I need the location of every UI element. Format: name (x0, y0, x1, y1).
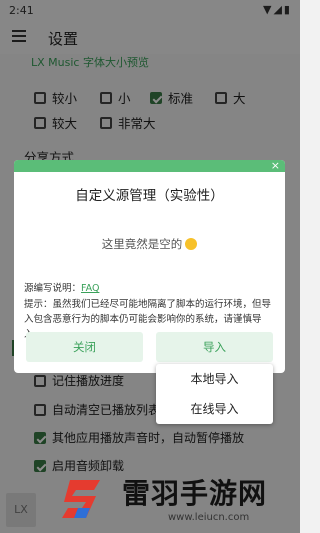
empty-text: 这里竟然是空的 (101, 237, 183, 251)
doc-label: 源编写说明： (24, 283, 82, 294)
watermark-logo-icon (62, 480, 100, 518)
surprised-emoji-icon (185, 238, 198, 250)
dialog-title: 自定义源管理（实验性） (75, 188, 224, 204)
close-button[interactable]: 关闭 (26, 332, 143, 362)
watermark-text: 雷羽手游网 (122, 477, 268, 510)
custom-source-dialog: × 自定义源管理（实验性） 这里竟然是空的 源编写说明：FAQ 提示：虽然我们已… (14, 160, 285, 373)
dialog-header-bar (14, 160, 285, 172)
import-button[interactable]: 导入 (156, 332, 273, 362)
doc-line: 源编写说明：FAQ (24, 280, 99, 294)
watermark: 雷羽手游网 www.leiucn.com (50, 470, 300, 530)
faq-link[interactable]: FAQ (81, 283, 99, 294)
menu-item-online-import[interactable]: 在线导入 (156, 394, 273, 424)
menu-item-local-import[interactable]: 本地导入 (156, 364, 273, 394)
watermark-url: www.leiucn.com (168, 512, 250, 523)
empty-message: 这里竟然是空的 (14, 236, 285, 252)
import-menu: 本地导入 在线导入 (156, 364, 273, 424)
close-icon[interactable]: × (271, 160, 280, 172)
